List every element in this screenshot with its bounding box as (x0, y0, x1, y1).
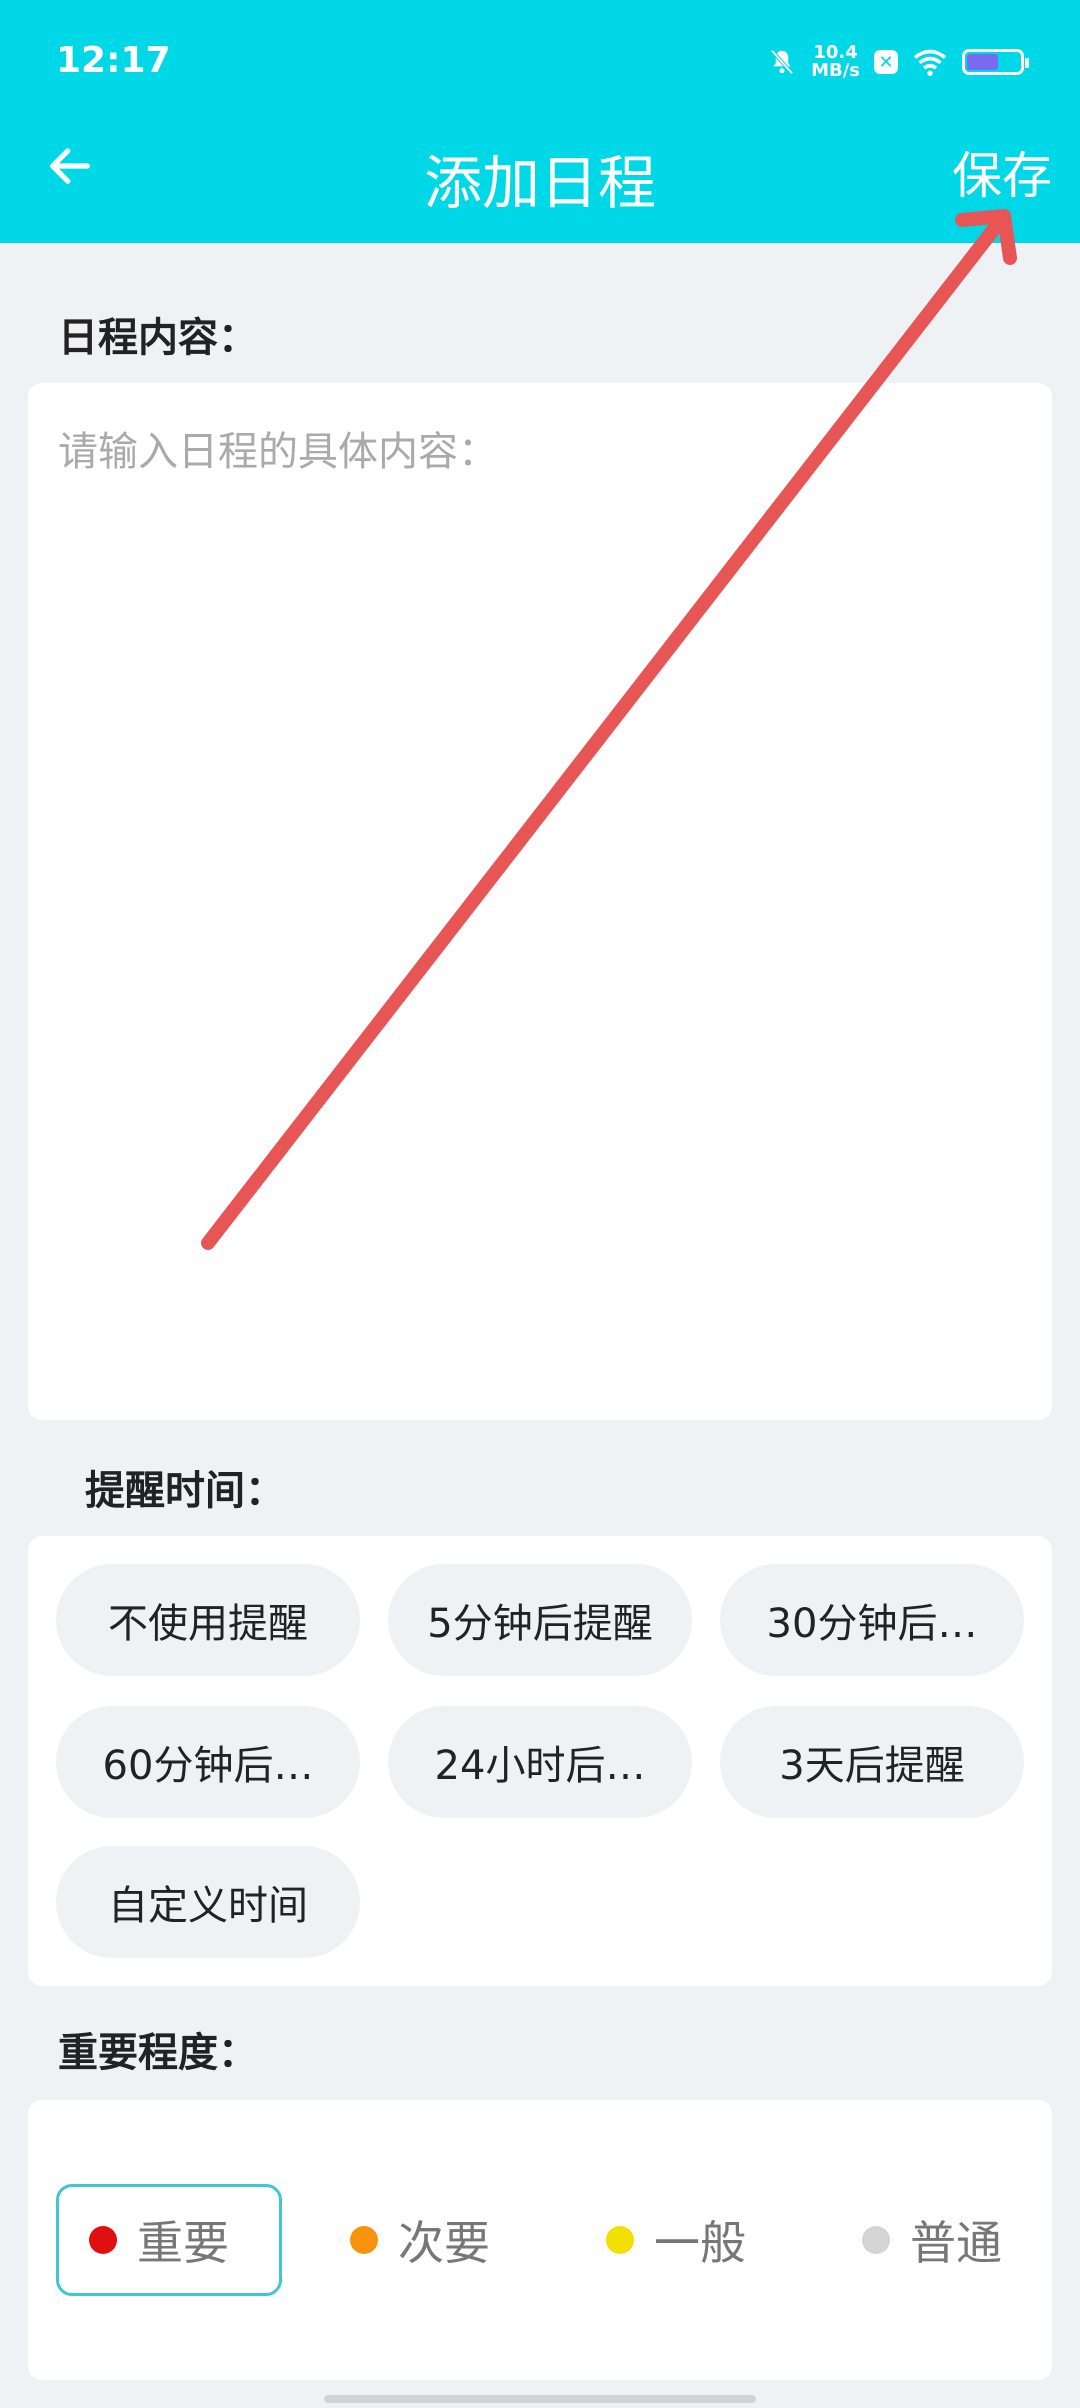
save-button[interactable]: 保存 (952, 136, 1052, 208)
status-time: 12:17 (56, 40, 171, 81)
net-speed: 10.4 MB/s (811, 44, 860, 80)
x-icon: ✕ (874, 50, 898, 74)
importance-option-general[interactable]: 一般 (606, 2184, 746, 2296)
page-title: 添加日程 (423, 149, 656, 217)
reminder-option-24h[interactable]: 24小时后… (388, 1706, 692, 1818)
reminder-card: 不使用提醒 5分钟后提醒 30分钟后… 60分钟后… 24小时后… 3天后提醒 … (28, 1536, 1052, 1986)
bell-muted-icon (770, 49, 794, 75)
importance-option-label: 次要 (398, 2216, 490, 2270)
importance-option-label: 重要 (137, 2216, 229, 2270)
importance-option-normal[interactable]: 普通 (862, 2184, 1002, 2296)
content-input[interactable] (28, 383, 1052, 1420)
wifi-icon (913, 49, 947, 76)
net-speed-unit: MB/s (811, 60, 860, 81)
battery-level (967, 54, 998, 70)
app-header: 12:17 10.4 MB/s ✕ 添加日程 保存 (0, 0, 1080, 243)
importance-option-label: 普通 (910, 2216, 1002, 2270)
battery-icon (962, 49, 1029, 75)
secondary-dot-icon (350, 2226, 378, 2254)
battery-cap (1025, 58, 1029, 68)
normal-dot-icon (862, 2226, 890, 2254)
reminder-label: 提醒时间： (85, 1468, 285, 1514)
importance-option-important[interactable]: 重要 (56, 2184, 282, 2296)
reminder-option-5min[interactable]: 5分钟后提醒 (388, 1564, 692, 1676)
reminder-option-3day[interactable]: 3天后提醒 (720, 1706, 1024, 1818)
importance-option-label: 一般 (654, 2216, 746, 2270)
reminder-option-60min[interactable]: 60分钟后… (56, 1706, 360, 1818)
reminder-option-none[interactable]: 不使用提醒 (56, 1564, 360, 1676)
content-label: 日程内容： (58, 315, 258, 361)
important-dot-icon (89, 2226, 117, 2254)
status-icons: 10.4 MB/s ✕ (767, 40, 1029, 84)
general-dot-icon (606, 2226, 634, 2254)
importance-label: 重要程度： (58, 2030, 258, 2076)
home-indicator (324, 2395, 756, 2403)
reminder-option-30min[interactable]: 30分钟后… (720, 1564, 1024, 1676)
importance-option-secondary[interactable]: 次要 (350, 2184, 490, 2296)
reminder-option-custom[interactable]: 自定义时间 (56, 1846, 360, 1958)
